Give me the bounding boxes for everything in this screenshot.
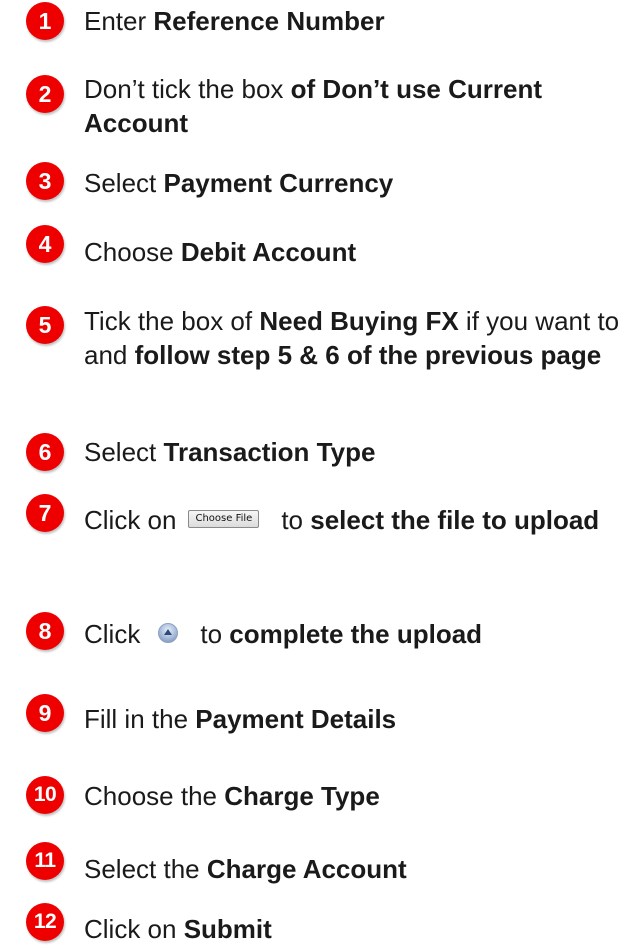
step-text-bold: Debit Account <box>180 237 357 267</box>
step-text-bold: Charge Type <box>224 781 380 811</box>
step-number-badge: 11 <box>26 842 64 880</box>
step-text-bold: Submit <box>183 914 272 944</box>
step-text-plain: Fill in the <box>84 704 196 734</box>
step-text-bold: Transaction Type <box>163 437 376 467</box>
upload-arrow-icon[interactable] <box>158 623 179 644</box>
step-text-plain: Select <box>84 437 164 467</box>
step-text: Don’t tick the box of Don’t use Current … <box>84 72 544 140</box>
step-text-bold: complete the upload <box>229 619 483 649</box>
step-text-bold: Need Buying FX <box>259 306 459 336</box>
step-text: Choose Debit Account <box>84 235 624 269</box>
step-text-plain: to <box>281 505 311 535</box>
step-number-badge: 2 <box>26 75 64 113</box>
step-text: Tick the box of Need Buying FX if you wa… <box>84 304 624 372</box>
step-text-plain: Click on <box>84 914 184 944</box>
step-text-plain: Don’t tick the box <box>84 74 291 104</box>
step-text-plain: Enter <box>84 6 154 36</box>
step-text-plain: Click on <box>84 505 177 535</box>
step-text-plain: Choose the <box>84 781 225 811</box>
step-text: Select Transaction Type <box>84 435 624 469</box>
step-number-badge: 4 <box>26 225 64 263</box>
step-text: Click to complete the upload <box>84 617 624 651</box>
step-text-plain: to <box>200 619 230 649</box>
step-text-plain: Click <box>84 619 141 649</box>
step-number-badge: 12 <box>26 903 64 941</box>
step-text-bold: Charge Account <box>206 854 407 884</box>
step-text-bold: follow step 5 & 6 of the previous page <box>134 340 602 370</box>
step-number-badge: 7 <box>26 494 64 532</box>
step-number-badge: 3 <box>26 162 64 200</box>
step-text-plain: Choose <box>84 237 181 267</box>
step-text: Enter Reference Number <box>84 4 624 38</box>
step-text: Select the Charge Account <box>84 852 624 886</box>
step-text: Click on Choose File to select the file to… <box>84 503 614 537</box>
step-text-plain: Tick the box of <box>84 306 260 336</box>
choose-file-button[interactable]: Choose File <box>188 510 260 529</box>
step-text-plain: Select <box>84 168 164 198</box>
step-text-bold: Payment Currency <box>163 168 394 198</box>
step-text: Fill in the Payment Details <box>84 702 624 736</box>
step-text-bold: Payment Details <box>195 704 397 734</box>
step-text: Choose the Charge Type <box>84 779 624 813</box>
step-number-badge: 1 <box>26 2 64 40</box>
step-number-badge: 10 <box>26 776 64 814</box>
step-number-badge: 6 <box>26 433 64 471</box>
step-text-plain: Select the <box>84 854 207 884</box>
step-text-bold: Reference Number <box>153 6 385 36</box>
step-number-badge: 9 <box>26 694 64 732</box>
step-number-badge: 5 <box>26 306 64 344</box>
step-text: Select Payment Currency <box>84 166 624 200</box>
step-text: Click on Submit <box>84 912 624 946</box>
step-text-bold: select the file to upload <box>310 505 600 535</box>
step-number-badge: 8 <box>26 612 64 650</box>
